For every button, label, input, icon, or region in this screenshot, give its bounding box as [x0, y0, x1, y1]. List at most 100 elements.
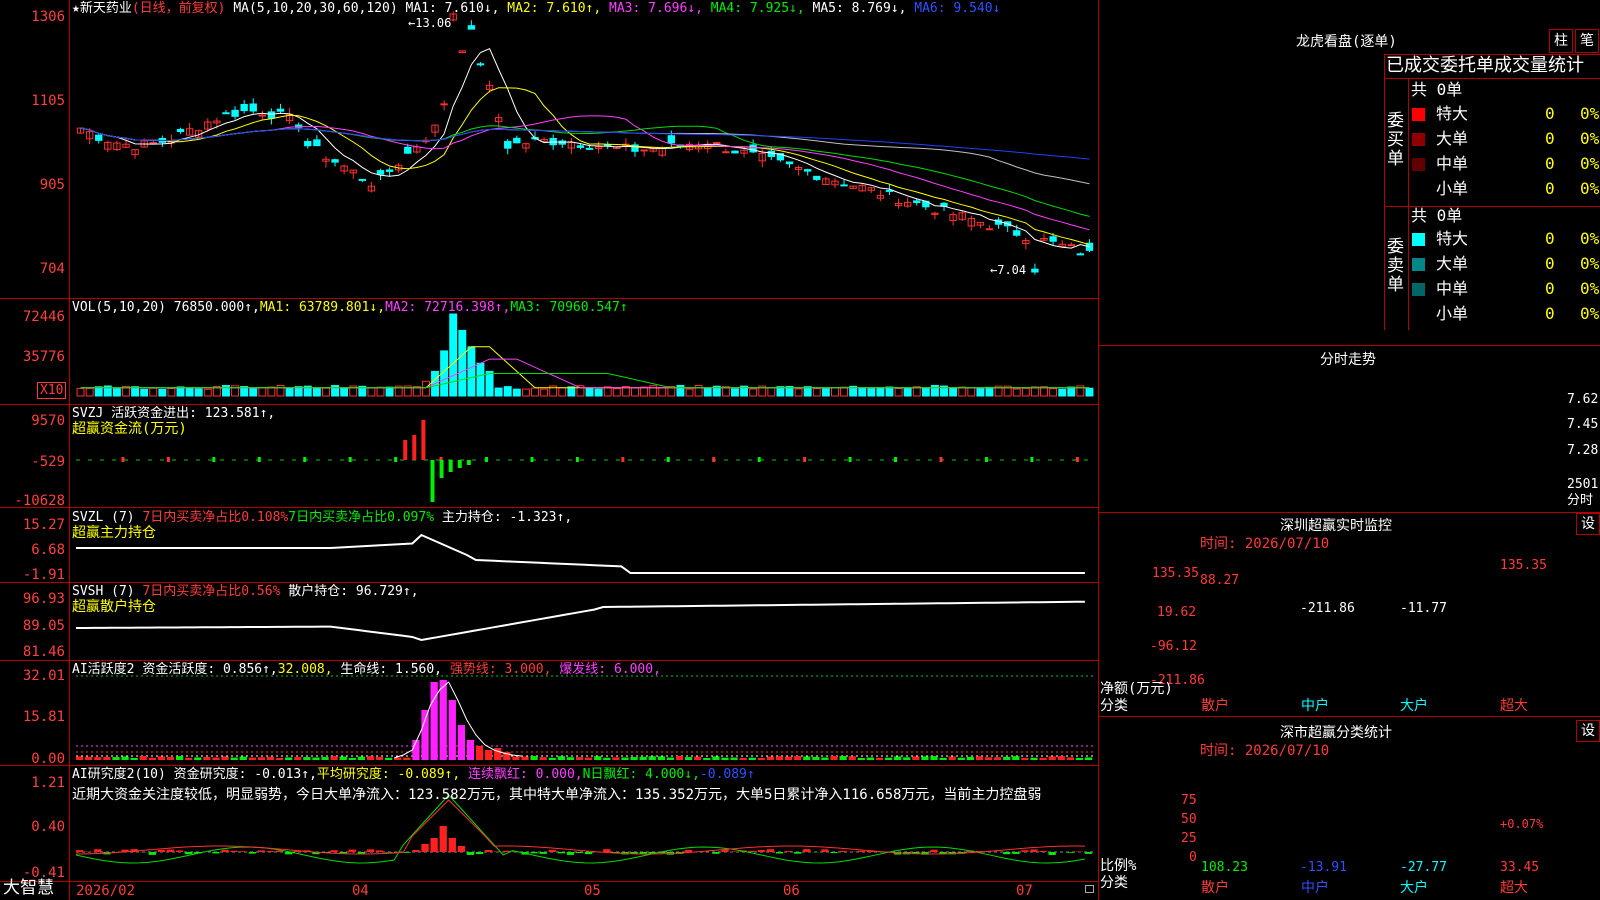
chart-mode[interactable]: (日线，前复权) — [132, 1, 226, 16]
divider — [1098, 716, 1600, 717]
vol-bar — [140, 388, 149, 397]
research-bar — [421, 844, 429, 852]
vol-bar — [222, 385, 230, 397]
research-bar — [530, 852, 538, 854]
flow-bar — [803, 457, 807, 462]
activity-bar — [1003, 756, 1011, 760]
research-bar — [575, 852, 584, 853]
order-volume: 0 — [1545, 179, 1555, 198]
svzl-tick: -1.91 — [22, 567, 65, 583]
vol-tick: 72446 — [22, 309, 65, 325]
activity-bar — [775, 756, 784, 760]
intraday-title: 分时走势 — [1320, 352, 1376, 368]
research-bar — [1039, 851, 1047, 852]
vol-bar — [976, 388, 985, 397]
vol-unit-button[interactable]: X10 — [37, 382, 67, 399]
activity-bar — [512, 756, 520, 760]
vol-bar — [794, 388, 803, 397]
low-marker: ←7.04 — [990, 263, 1027, 277]
activity-bar — [1030, 757, 1038, 760]
flow-bar — [1030, 457, 1034, 462]
activity-bar — [1066, 757, 1075, 760]
ma-line — [80, 125, 1090, 217]
tick-mode-button[interactable]: 笔 — [1575, 29, 1599, 53]
date-tick: 05 — [584, 883, 601, 899]
research-bar — [403, 852, 411, 853]
divider — [1384, 78, 1600, 79]
vol-legend: VOL(5,10,20) 76850.000↑,MA1: 63789.801↓,… — [72, 300, 628, 315]
svsh-line — [75, 600, 1085, 642]
vol-bar — [158, 388, 167, 397]
activity-bar — [521, 756, 529, 760]
vol-bar — [267, 386, 276, 397]
candle — [804, 169, 812, 172]
vol-bar — [558, 387, 567, 397]
candle — [913, 200, 921, 204]
monitor-cat: 散户 — [1201, 698, 1229, 714]
date-tick: 2026/02 — [76, 883, 136, 899]
research-bar — [585, 852, 593, 855]
stock-name[interactable]: 新天药业 — [80, 1, 132, 16]
activity-bar — [239, 756, 247, 760]
activity-bar — [675, 756, 684, 760]
vol-bar — [185, 387, 194, 397]
activity-bar — [948, 756, 956, 760]
flow-bar — [394, 457, 398, 462]
research-bar — [603, 849, 611, 852]
activity-bar — [703, 757, 711, 760]
candle — [504, 140, 512, 149]
activity-bar — [157, 756, 166, 760]
activity-bar — [230, 757, 238, 760]
monitor-settings-button[interactable]: 设 — [1576, 513, 1600, 535]
stock-chart[interactable] — [0, 0, 1098, 900]
monitor-cat: 超大 — [1500, 698, 1528, 714]
vol-bar — [903, 387, 912, 397]
order-name: 小单 — [1436, 179, 1469, 198]
flow-bar — [575, 457, 579, 462]
vol-bar — [249, 388, 258, 397]
research-bar — [448, 838, 456, 852]
monitor-ylabel: 净额(万元) — [1100, 681, 1173, 697]
svzj-tick: 9570 — [31, 413, 65, 429]
research-bar — [557, 852, 566, 854]
vol-bar — [858, 387, 867, 397]
buy-total: 共 0单 — [1411, 80, 1463, 99]
classify-xlabel: 分类 — [1100, 875, 1128, 891]
flow-bar — [984, 457, 988, 462]
vol-bar — [385, 386, 394, 397]
monitor-time: 时间: 2026/07/10 — [1200, 536, 1330, 552]
candle — [722, 151, 730, 154]
vol-bar — [531, 387, 539, 397]
flow-bar — [757, 457, 761, 462]
date-tick: 06 — [783, 883, 800, 899]
activity-bar — [357, 756, 366, 760]
ma6-value: MA6: 9.540↓ — [914, 1, 1001, 16]
flow-bar — [457, 460, 462, 468]
candle — [667, 135, 676, 144]
classify-settings-button[interactable]: 设 — [1576, 720, 1600, 742]
lock-icon[interactable] — [1085, 885, 1094, 893]
activity-bar — [1084, 757, 1093, 760]
candle — [1013, 230, 1021, 236]
candle — [358, 178, 366, 181]
vol-bar — [167, 388, 176, 397]
star-icon[interactable]: ★ — [72, 1, 80, 16]
column-mode-button[interactable]: 柱 — [1549, 29, 1573, 53]
vol-bar — [1049, 388, 1058, 397]
vol-bar — [876, 387, 885, 397]
research-bar — [766, 849, 775, 852]
research-bar — [375, 850, 384, 852]
activity-bar — [339, 756, 347, 760]
classify-cat: 中户 — [1301, 880, 1329, 896]
order-name: 中单 — [1436, 154, 1469, 173]
order-swatch — [1412, 308, 1425, 321]
vol-bar — [476, 362, 485, 397]
candle — [640, 149, 648, 152]
brand-logo[interactable]: 大智慧 — [3, 880, 54, 897]
activity-bar — [548, 757, 556, 760]
monitor-tick: 19.62 — [1157, 605, 1197, 620]
activity-bar — [321, 757, 329, 760]
research-bar — [1021, 850, 1029, 852]
flow-bar — [166, 457, 170, 462]
flow-bar — [430, 460, 435, 502]
